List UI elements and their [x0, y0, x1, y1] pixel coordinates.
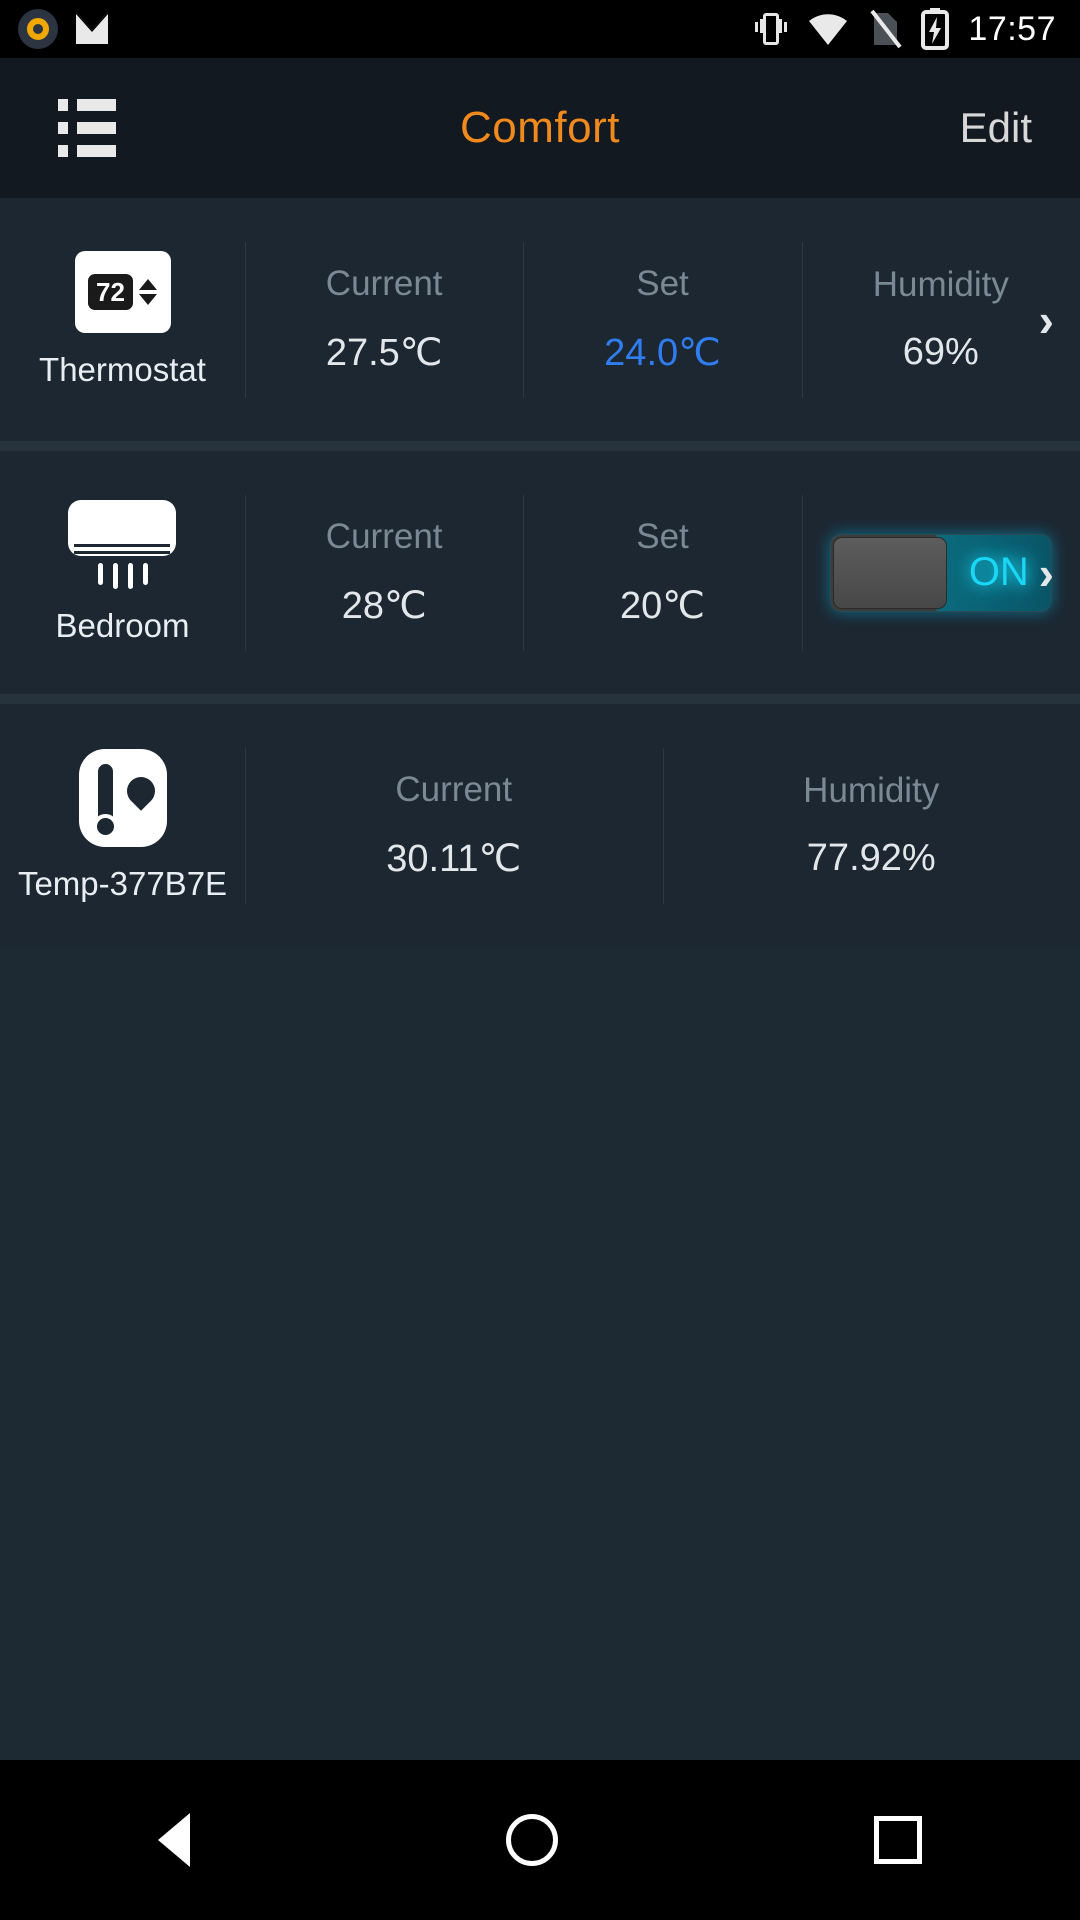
wifi-icon [809, 14, 848, 46]
battery-charging-icon [921, 8, 950, 50]
metric-value: 69% [902, 331, 979, 373]
thermostat-icon-value: 72 [88, 273, 133, 310]
temperature-humidity-sensor-icon [78, 748, 167, 847]
metric-label: Current [325, 517, 443, 556]
gmail-icon [76, 10, 108, 44]
device-name: Bedroom [55, 607, 190, 644]
row-divider [0, 694, 1080, 704]
metric-label: Set [636, 517, 689, 556]
metric-humidity: Humidity 77.92% [662, 747, 1080, 904]
device-row-bedroom[interactable]: Bedroom Current 28℃ Set 20℃ ON › [0, 451, 1080, 694]
row-divider [0, 441, 1080, 451]
metric-label: Set [636, 264, 689, 303]
metric-label: Current [395, 770, 513, 809]
metric-current: Current 27.5℃ [245, 241, 523, 398]
metric-set: Set 20℃ [523, 494, 801, 651]
metric-value: 30.11℃ [386, 838, 522, 880]
list-menu-icon[interactable] [58, 99, 116, 157]
metric-label: Current [325, 264, 443, 303]
metric-value: 77.92% [806, 837, 936, 879]
thermostat-icon: 72 [74, 250, 171, 333]
metric-label: Humidity [803, 771, 940, 810]
device-name: Temp-377B7E [17, 864, 228, 902]
device-identity: Bedroom [0, 500, 245, 645]
device-identity: 72 Thermostat [0, 250, 245, 389]
no-sim-icon [870, 9, 902, 49]
metric-set: Set 24.0℃ [523, 241, 801, 398]
metric-label: Humidity [872, 265, 1009, 304]
device-identity: Temp-377B7E [0, 748, 245, 903]
metric-value: 28℃ [341, 585, 427, 627]
app-ring-icon [18, 9, 58, 49]
device-row-temp-sensor[interactable]: Temp-377B7E Current 30.11℃ Humidity 77.9… [0, 704, 1080, 947]
vibrate-icon [754, 10, 788, 48]
toggle-state-label: ON [968, 550, 1029, 594]
status-bar: 17:57 [0, 0, 1080, 58]
page-title: Comfort [460, 103, 620, 152]
metric-value: 27.5℃ [325, 332, 443, 374]
metric-value: 20℃ [620, 585, 705, 627]
status-bar-clock: 17:57 [968, 9, 1056, 48]
status-bar-system-icons: 17:57 [754, 7, 1080, 51]
power-toggle-switch[interactable]: ON [829, 533, 1052, 612]
home-circle-icon[interactable] [506, 1814, 558, 1866]
chevron-right-icon[interactable]: › [1039, 297, 1054, 343]
status-bar-notifications [0, 9, 112, 49]
recents-square-icon[interactable] [874, 1816, 922, 1864]
app-bar: Comfort Edit [0, 58, 1080, 198]
chevron-right-icon[interactable]: › [1039, 550, 1054, 596]
device-list: 72 Thermostat Current 27.5℃ Set 24.0℃ Hu… [0, 198, 1080, 947]
thermostat-icon-arrows [138, 278, 157, 305]
device-row-thermostat[interactable]: 72 Thermostat Current 27.5℃ Set 24.0℃ Hu… [0, 198, 1080, 441]
air-conditioner-icon [67, 500, 178, 589]
system-navigation-bar [0, 1760, 1080, 1920]
edit-button[interactable]: Edit [960, 104, 1032, 152]
device-name: Thermostat [39, 350, 206, 388]
back-triangle-icon[interactable] [158, 1813, 190, 1867]
metric-current: Current 30.11℃ [245, 747, 663, 904]
toggle-knob[interactable] [832, 536, 947, 609]
metric-value: 24.0℃ [604, 332, 721, 374]
metric-current: Current 28℃ [245, 494, 523, 651]
